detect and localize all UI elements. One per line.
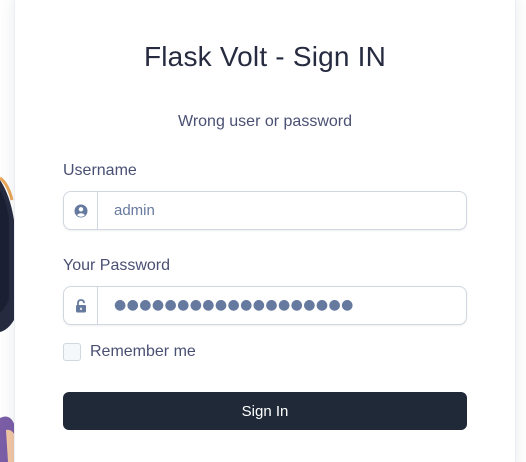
username-input[interactable]: [98, 192, 466, 229]
remember-me-label: Remember me: [90, 343, 196, 360]
password-input[interactable]: ●●●●●●●●●●●●●●●●●●●: [98, 287, 466, 324]
error-message: Wrong user or password: [178, 113, 352, 130]
signin-card: Flask Volt - Sign IN Wrong user or passw…: [14, 0, 516, 462]
sign-in-button[interactable]: Sign In: [63, 392, 467, 430]
remember-me-toggle[interactable]: Remember me: [63, 343, 196, 361]
password-input-group: ●●●●●●●●●●●●●●●●●●●: [63, 286, 467, 325]
username-input-group: [63, 191, 467, 230]
password-label: Your Password: [63, 257, 171, 274]
username-label: Username: [63, 162, 137, 179]
unlock-icon: [64, 287, 98, 324]
page-title: Flask Volt - Sign IN: [143, 41, 387, 72]
remember-me-checkbox[interactable]: [63, 343, 81, 361]
user-circle-icon: [64, 192, 98, 229]
page: Flask Volt - Sign IN Wrong user or passw…: [0, 0, 526, 462]
